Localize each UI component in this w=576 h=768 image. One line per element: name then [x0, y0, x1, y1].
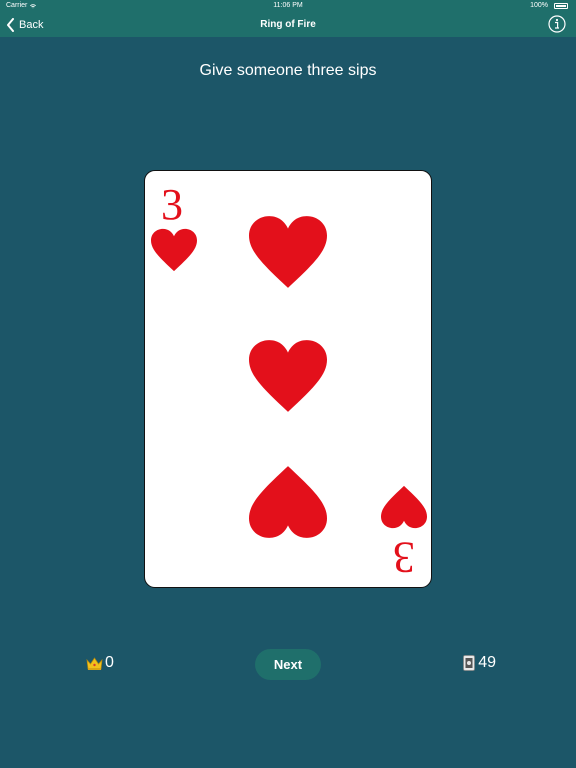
heart-pip-bottom	[249, 466, 327, 538]
card-rank-top: 3	[161, 180, 183, 229]
status-bar: Carrier 11:06 PM 100%	[0, 0, 576, 12]
crown-count: 0	[105, 654, 114, 671]
heart-pip-middle	[249, 340, 327, 412]
next-button[interactable]: Next	[255, 649, 321, 680]
footer-bar: 0 Next 49	[0, 640, 576, 688]
heart-pip-top	[249, 216, 327, 288]
cards-remaining: 49	[478, 654, 496, 671]
card-rule-text: Give someone three sips	[199, 62, 377, 79]
status-time: 11:06 PM	[273, 2, 303, 9]
card-deck-icon	[463, 655, 476, 671]
info-icon[interactable]	[548, 15, 566, 33]
navigation-bar: Back Ring of Fire	[0, 12, 576, 37]
nav-title: Ring of Fire	[260, 19, 316, 30]
heart-icon-corner-bottom	[381, 485, 427, 529]
playing-card[interactable]: 3 3	[144, 170, 432, 588]
battery-icon	[554, 3, 568, 9]
battery-percentage: 100%	[530, 2, 548, 9]
card-rank-bottom: 3	[393, 533, 415, 582]
deck-counter: 49	[463, 654, 496, 672]
heart-icon-corner-top	[151, 228, 197, 272]
crown-icon	[86, 656, 103, 670]
crown-counter: 0	[86, 654, 114, 672]
